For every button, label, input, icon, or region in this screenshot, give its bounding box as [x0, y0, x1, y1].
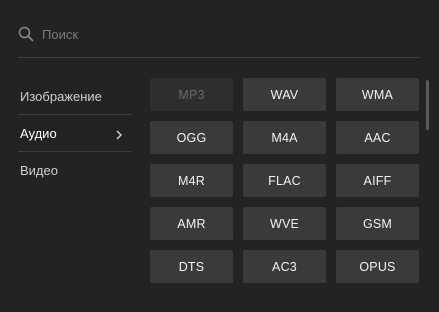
sidebar-item-image[interactable]: Изображение — [18, 78, 132, 114]
sidebar-item-audio[interactable]: Аудио — [18, 114, 132, 152]
format-button-aac[interactable]: AAC — [336, 121, 419, 154]
format-button-wma[interactable]: WMA — [336, 78, 419, 111]
format-button-aiff[interactable]: AIFF — [336, 164, 419, 197]
format-button-opus[interactable]: OPUS — [336, 250, 419, 283]
format-button-m4a[interactable]: M4A — [243, 121, 326, 154]
sidebar-item-label: Изображение — [20, 88, 102, 104]
search-bar — [18, 22, 418, 46]
search-input[interactable] — [42, 26, 418, 42]
format-button-m4r[interactable]: M4R — [150, 164, 233, 197]
format-button-ac3[interactable]: AC3 — [243, 250, 326, 283]
format-button-amr[interactable]: AMR — [150, 207, 233, 240]
sidebar-item-label: Видео — [20, 162, 58, 178]
format-picker-panel: Изображение Аудио Видео MP3 WAV WMA OGG M4A A… — [0, 0, 439, 312]
format-button-wav[interactable]: WAV — [243, 78, 326, 111]
format-button-flac[interactable]: FLAC — [243, 164, 326, 197]
format-grid: MP3 WAV WMA OGG M4A AAC M4R FLAC AIFF AMR WVE GSM DT… — [150, 78, 419, 283]
scrollbar-thumb[interactable] — [426, 80, 429, 130]
format-button-mp3: MP3 — [150, 78, 233, 111]
format-button-gsm[interactable]: GSM — [336, 207, 419, 240]
search-icon — [18, 26, 34, 42]
sidebar-item-video[interactable]: Видео — [18, 152, 132, 188]
sidebar-item-label: Аудио — [20, 125, 57, 141]
format-button-wve[interactable]: WVE — [243, 207, 326, 240]
category-sidebar: Изображение Аудио Видео — [18, 78, 132, 188]
format-button-dts[interactable]: DTS — [150, 250, 233, 283]
search-divider — [18, 57, 420, 58]
format-button-ogg[interactable]: OGG — [150, 121, 233, 154]
chevron-right-icon — [114, 128, 124, 140]
